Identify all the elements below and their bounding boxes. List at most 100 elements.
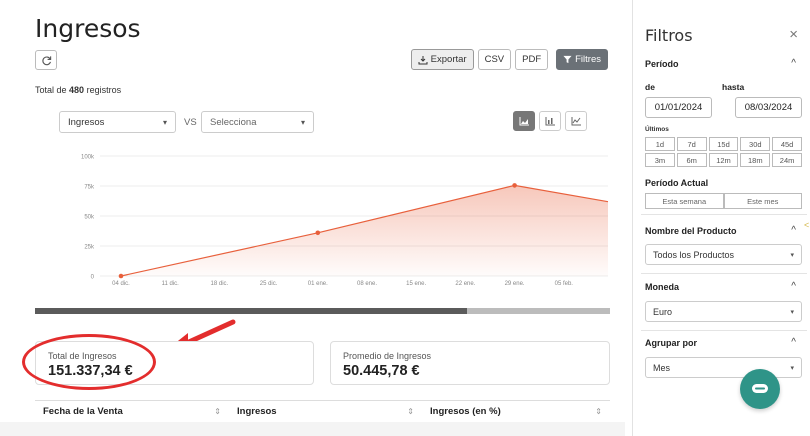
average-revenue-label: Promedio de Ingresos	[343, 351, 432, 361]
chevron-up-icon[interactable]: ^	[791, 337, 796, 348]
this-month-button[interactable]: Este mes	[723, 193, 802, 209]
column-label: Ingresos	[237, 406, 277, 417]
filters-button[interactable]: Filtres	[556, 49, 608, 70]
records-count: Total de 480 registros	[35, 85, 121, 95]
last-label: Últimos	[645, 126, 669, 133]
range-30d-button[interactable]: 30d	[740, 137, 771, 151]
revenue-chart-svg: 0 25k 50k 75k 100k 04 dic. 11 dic. 18 dic. 25 di…	[81, 155, 609, 287]
range-24m-button[interactable]: 24m	[772, 153, 802, 167]
area-chart-icon	[519, 117, 529, 126]
quick-range-buttons: 1d 7d 15d 30d 45d 3m 6m 12m 18m 24m	[645, 137, 802, 167]
refresh-icon	[41, 55, 51, 65]
range-18m-button[interactable]: 18m	[740, 153, 771, 167]
range-1d-button[interactable]: 1d	[645, 137, 675, 151]
filters-title: Filtros	[645, 26, 693, 45]
chevron-down-icon: ▾	[300, 117, 305, 127]
range-12m-button[interactable]: 12m	[708, 153, 739, 167]
line-chart-button[interactable]	[565, 111, 587, 131]
chevron-down-icon: ▾	[790, 364, 794, 372]
range-7d-button[interactable]: 7d	[676, 137, 707, 151]
export-toolbar: Exportar CSV PDF Filtres	[410, 49, 608, 70]
chevron-up-icon[interactable]: ^	[791, 58, 796, 69]
x-tick-label: 04 dic.	[112, 281, 130, 287]
page-edge-marker: <	[804, 220, 810, 230]
currency-select-value: Euro	[653, 306, 673, 317]
product-select-value: Todos los Productos	[653, 249, 735, 260]
currency-select[interactable]: Euro ▾	[645, 301, 802, 322]
column-header-revenue-pct[interactable]: Ingresos (en %) ⇕	[422, 406, 610, 417]
column-header-revenue[interactable]: Ingresos ⇕	[229, 406, 422, 417]
data-point	[512, 183, 517, 188]
csv-label: CSV	[484, 54, 505, 65]
chevron-down-icon: ▾	[790, 308, 794, 316]
period-heading[interactable]: Período	[645, 59, 679, 69]
column-label: Ingresos (en %)	[430, 406, 501, 417]
line-chart-icon	[571, 117, 581, 126]
records-prefix: Total de	[35, 85, 67, 95]
scrollbar-thumb[interactable]	[35, 308, 467, 314]
product-select[interactable]: Todos los Productos ▾	[645, 244, 802, 265]
sort-icon: ⇕	[407, 407, 414, 416]
x-tick-label: 18 dic.	[211, 281, 229, 287]
sort-icon: ⇕	[214, 407, 221, 416]
chart-type-toggle	[513, 111, 587, 131]
group-by-heading[interactable]: Agrupar por	[645, 338, 697, 348]
this-week-button[interactable]: Esta semana	[645, 193, 724, 209]
export-icon	[418, 55, 428, 64]
product-heading[interactable]: Nombre del Producto	[645, 226, 737, 236]
from-label: de	[645, 82, 655, 92]
y-tick-label: 75k	[84, 185, 95, 191]
x-tick-label: 01 ene.	[308, 281, 328, 287]
area-chart-button[interactable]	[513, 111, 535, 131]
x-tick-label: 29 ene.	[505, 281, 525, 287]
chevron-down-icon: ▾	[162, 117, 167, 127]
range-45d-button[interactable]: 45d	[772, 137, 802, 151]
column-label: Fecha de la Venta	[43, 406, 123, 417]
x-tick-label: 15 ene.	[406, 281, 426, 287]
data-point	[118, 273, 124, 279]
pdf-label: PDF	[522, 54, 542, 65]
chat-icon	[752, 384, 768, 393]
records-suffix: registros	[86, 85, 122, 95]
table-body-edge	[0, 422, 625, 436]
pdf-button[interactable]: PDF	[515, 49, 549, 70]
filters-sidebar: Filtros × Período ^ de hasta 01/01/2024 …	[632, 0, 810, 436]
sort-icon: ⇕	[595, 407, 602, 416]
to-date-input[interactable]: 08/03/2024	[735, 97, 802, 118]
bar-chart-icon	[545, 117, 555, 126]
red-circle-annotation	[22, 334, 156, 390]
from-date-input[interactable]: 01/01/2024	[645, 97, 712, 118]
currency-heading[interactable]: Moneda	[645, 282, 679, 292]
group-by-select-value: Mes	[653, 362, 671, 373]
bar-chart-button[interactable]	[539, 111, 561, 131]
page-title: Ingresos	[35, 14, 141, 43]
compare-select[interactable]: Selecciona ▾	[201, 111, 314, 133]
range-6m-button[interactable]: 6m	[676, 153, 707, 167]
export-label: Exportar	[430, 54, 467, 65]
y-tick-label: 100k	[81, 155, 95, 161]
current-period-heading: Período Actual	[645, 178, 709, 188]
average-revenue-value: 50.445,78 €	[343, 363, 420, 379]
csv-button[interactable]: CSV	[477, 49, 512, 70]
main-panel: Ingresos Exportar CSV PDF Filtres Total …	[0, 0, 625, 436]
chat-support-button[interactable]	[740, 369, 780, 409]
metric-select[interactable]: Ingresos ▾	[59, 111, 176, 133]
range-15d-button[interactable]: 15d	[708, 137, 739, 151]
series-area	[121, 185, 608, 276]
data-point	[315, 230, 321, 236]
x-tick-label: 11 dic.	[162, 281, 180, 287]
refresh-button[interactable]	[35, 50, 57, 70]
column-header-date[interactable]: Fecha de la Venta ⇕	[35, 406, 229, 417]
chevron-down-icon: ▾	[790, 251, 794, 259]
table-header: Fecha de la Venta ⇕ Ingresos ⇕ Ingresos …	[35, 400, 610, 422]
export-button[interactable]: Exportar	[410, 49, 474, 70]
group-by-select[interactable]: Mes ▾	[645, 357, 802, 378]
chevron-up-icon[interactable]: ^	[791, 281, 796, 292]
divider	[641, 214, 807, 215]
range-3m-button[interactable]: 3m	[645, 153, 675, 167]
chevron-up-icon[interactable]: ^	[791, 225, 796, 236]
chart-range-scrollbar[interactable]	[35, 308, 610, 314]
current-period-buttons: Esta semana Este mes	[645, 193, 802, 209]
compare-select-value: Selecciona	[210, 116, 257, 128]
close-icon[interactable]: ×	[789, 26, 798, 43]
